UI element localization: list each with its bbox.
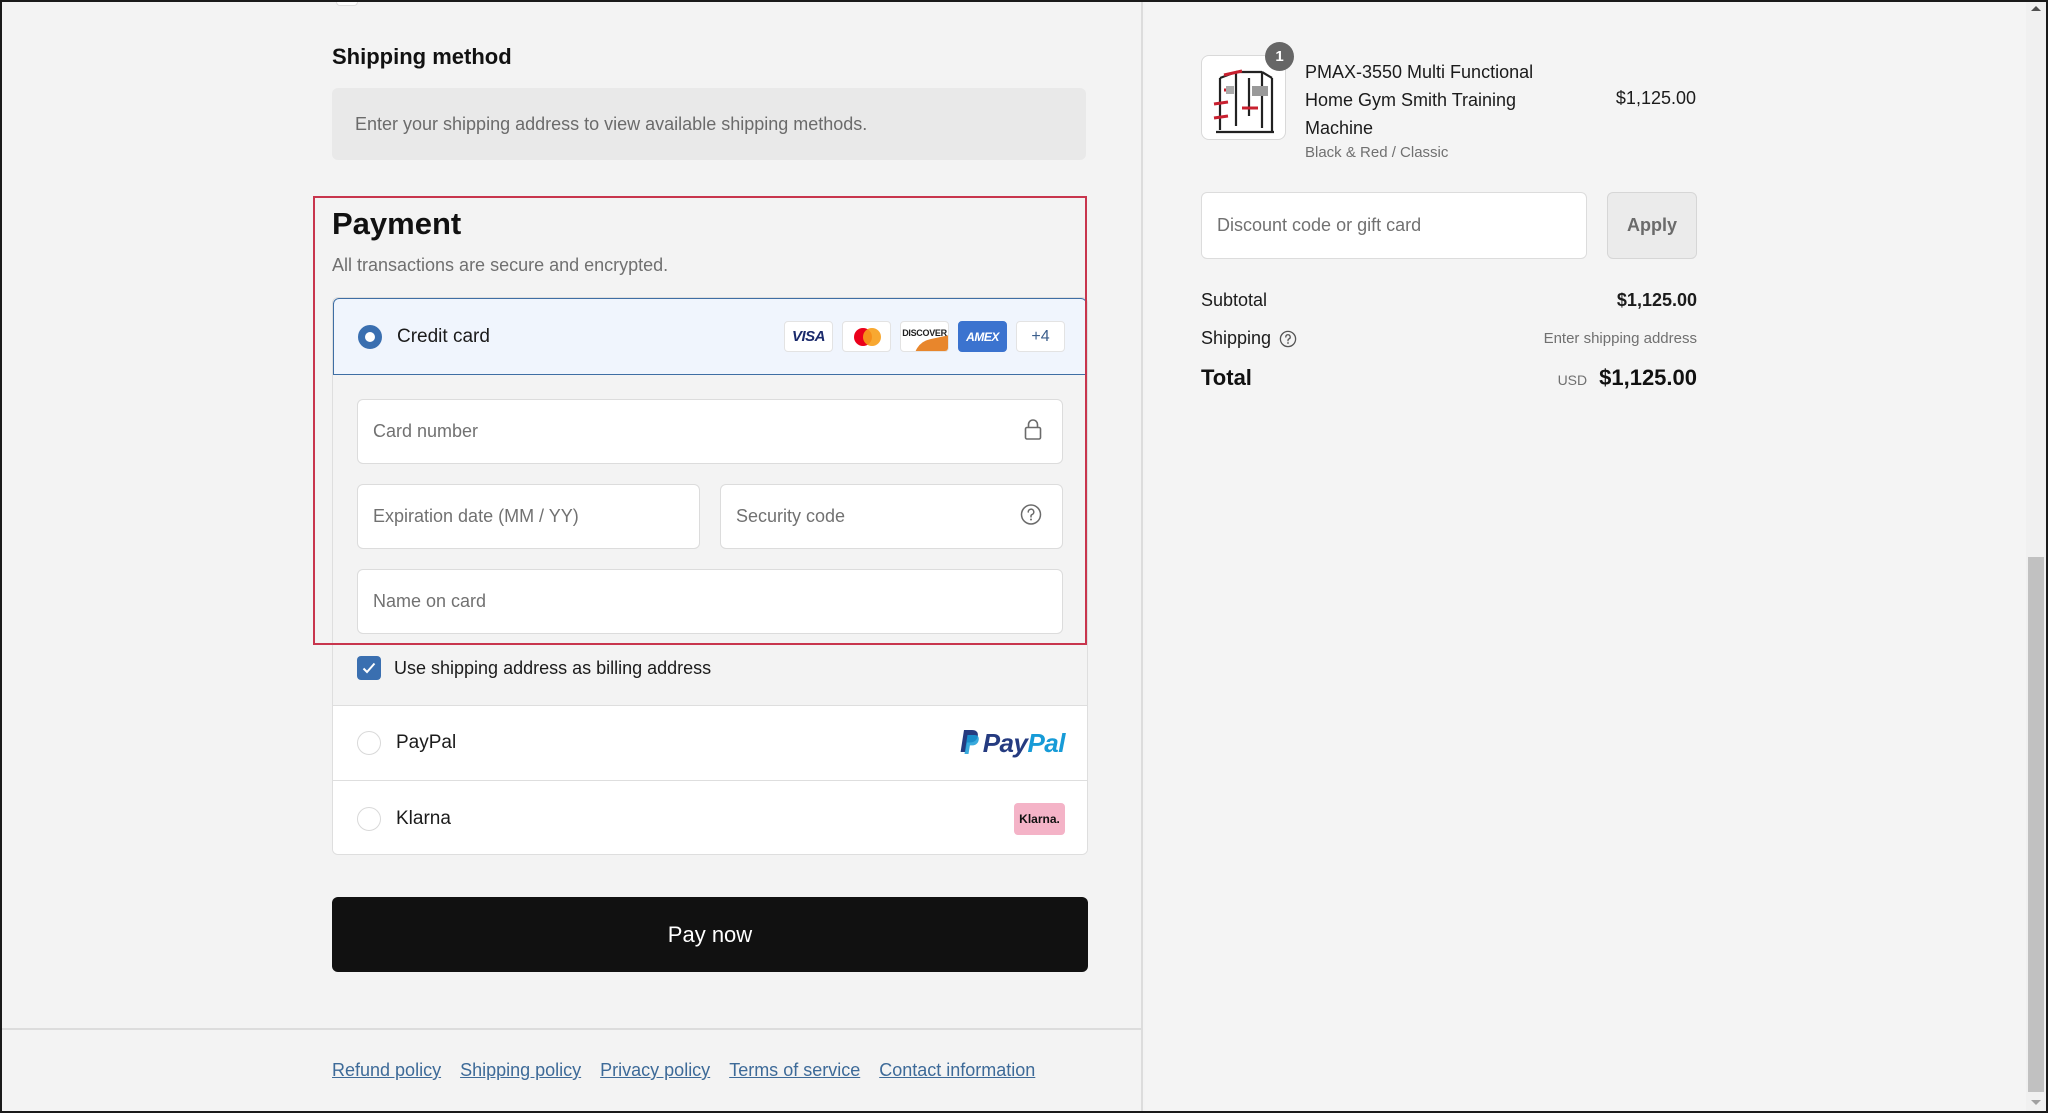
- security-code-placeholder: Security code: [736, 506, 846, 526]
- klarna-label: Klarna: [396, 807, 451, 829]
- expiration-placeholder: Expiration date (MM / YY): [373, 506, 579, 526]
- scrollbar-thumb[interactable]: [2028, 557, 2044, 1092]
- paypal-radio[interactable]: [357, 731, 381, 755]
- klarna-radio[interactable]: [357, 806, 381, 831]
- payment-methods: Credit card VISA DISCOVER AMEX +4 Card n…: [332, 297, 1088, 855]
- expiration-date-field[interactable]: Expiration date (MM / YY): [357, 484, 700, 549]
- billing-checkbox[interactable]: [357, 656, 381, 680]
- visa-icon: VISA: [784, 321, 833, 352]
- card-number-field[interactable]: Card number: [357, 399, 1063, 464]
- shipping-value: Enter shipping address: [1543, 330, 1697, 347]
- shipping-method-title: Shipping method: [332, 44, 512, 69]
- payment-method-paypal[interactable]: PayPal PayPal: [333, 706, 1087, 781]
- total-row: Total USD $1,125.00: [1201, 365, 1697, 391]
- name-on-card-placeholder: Name on card: [373, 591, 487, 611]
- payment-method-credit-card[interactable]: Credit card VISA DISCOVER AMEX +4: [333, 298, 1087, 375]
- payment-subtitle: All transactions are secure and encrypte…: [332, 255, 669, 275]
- footer-links: Refund policy Shipping policy Privacy po…: [332, 1060, 1035, 1081]
- scroll-down-arrow-icon[interactable]: [2031, 1100, 2041, 1105]
- card-number-placeholder: Card number: [373, 421, 479, 441]
- total-value: $1,125.00: [1599, 365, 1697, 390]
- browser-window: Shipping method Enter your shipping addr…: [2, 2, 2046, 1111]
- credit-card-label: Credit card: [397, 325, 490, 347]
- quantity-badge: 1: [1265, 42, 1294, 71]
- shipping-label: Shipping: [1201, 328, 1272, 348]
- payment-method-klarna[interactable]: Klarna Klarna.: [333, 781, 1087, 854]
- more-cards-badge[interactable]: +4: [1016, 321, 1065, 352]
- shipping-info-icon[interactable]: [1279, 330, 1297, 348]
- total-currency: USD: [1557, 372, 1588, 388]
- checkmark-icon: [362, 662, 376, 674]
- footer-divider: [2, 1028, 1141, 1030]
- product-variant: Black & Red / Classic: [1305, 144, 1449, 161]
- refund-policy-link[interactable]: Refund policy: [332, 1060, 441, 1081]
- shipping-policy-link[interactable]: Shipping policy: [460, 1060, 581, 1081]
- credit-card-radio[interactable]: [358, 324, 382, 349]
- cut-off-field: [336, 2, 358, 6]
- contact-information-link[interactable]: Contact information: [879, 1060, 1035, 1081]
- product-price: $1,125.00: [1615, 88, 1696, 108]
- terms-of-service-link[interactable]: Terms of service: [729, 1060, 860, 1081]
- paypal-label: PayPal: [396, 732, 457, 753]
- klarna-logo-icon: Klarna.: [1014, 802, 1065, 835]
- checkout-main: Shipping method Enter your shipping addr…: [2, 2, 1143, 1111]
- payment-title: Payment: [332, 206, 462, 241]
- paypal-logo-icon: PayPal: [958, 728, 1065, 759]
- name-on-card-field[interactable]: Name on card: [357, 569, 1063, 634]
- product-title: PMAX-3550 Multi Functional Home Gym Smit…: [1305, 62, 1534, 138]
- billing-address-option[interactable]: Use shipping address as billing address: [357, 656, 711, 680]
- privacy-policy-link[interactable]: Privacy policy: [600, 1060, 710, 1081]
- subtotal-row: Subtotal $1,125.00: [1201, 290, 1697, 311]
- shipping-method-notice: Enter your shipping address to view avai…: [332, 88, 1086, 160]
- scroll-up-arrow-icon[interactable]: [2031, 6, 2041, 11]
- apply-discount-button[interactable]: Apply: [1607, 192, 1697, 259]
- discover-icon: DISCOVER: [900, 321, 949, 352]
- billing-checkbox-label: Use shipping address as billing address: [394, 657, 712, 678]
- mastercard-icon: [842, 321, 891, 352]
- order-summary: 1 PMAX-3550 Multi Functional Home Gym Sm…: [1145, 2, 2026, 1111]
- pay-now-button[interactable]: Pay now: [332, 897, 1088, 972]
- subtotal-value: $1,125.00: [1616, 290, 1697, 310]
- amex-icon: AMEX: [958, 321, 1007, 352]
- credit-card-form: Card number Expiration date (MM / YY) Se…: [333, 375, 1087, 706]
- total-label: Total: [1201, 365, 1252, 390]
- shipping-row: Shipping Enter shipping address: [1201, 328, 1697, 349]
- card-logos: VISA DISCOVER AMEX +4: [784, 321, 1065, 352]
- page-scrollbar[interactable]: [2026, 2, 2046, 1111]
- subtotal-label: Subtotal: [1201, 290, 1268, 310]
- lock-icon: [1024, 418, 1042, 445]
- help-circle-icon[interactable]: [1020, 503, 1042, 530]
- security-code-field[interactable]: Security code: [720, 484, 1063, 549]
- discount-code-input[interactable]: [1201, 192, 1587, 259]
